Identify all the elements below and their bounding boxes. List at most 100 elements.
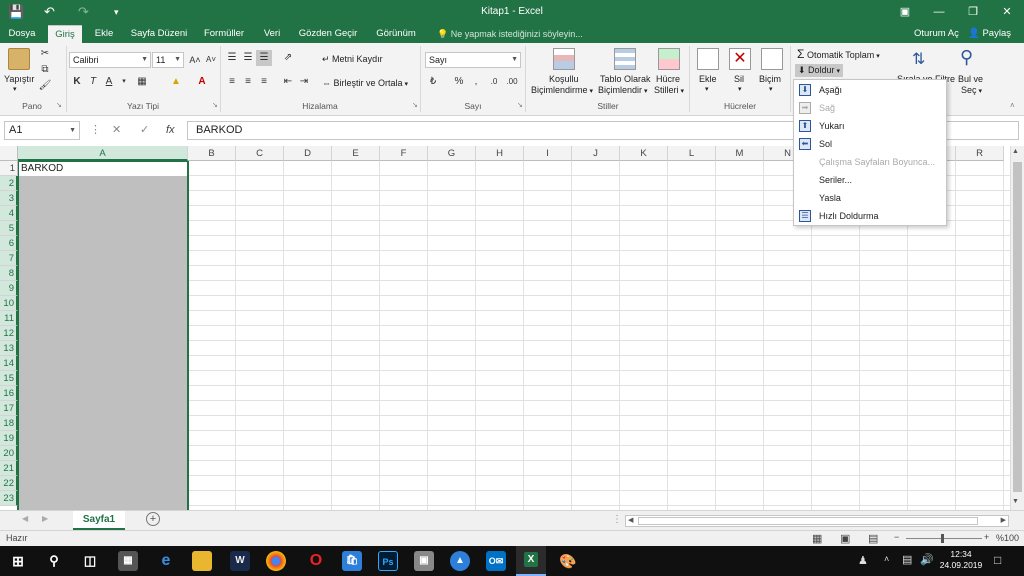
opera-icon[interactable]: O bbox=[306, 551, 326, 571]
bold-button[interactable]: K bbox=[69, 74, 85, 90]
scroll-down-icon[interactable]: ▼ bbox=[1012, 498, 1019, 505]
tab-insert[interactable]: Ekle bbox=[88, 25, 120, 43]
sign-in-link[interactable]: Oturum Aç bbox=[914, 25, 959, 43]
wrap-text-button[interactable]: ↵ Metni Kaydır bbox=[322, 54, 383, 65]
cut-icon[interactable]: ✂ bbox=[37, 46, 53, 62]
column-header-a[interactable]: A bbox=[18, 146, 188, 161]
restore-button[interactable]: ❐ bbox=[956, 0, 990, 25]
zoom-slider-thumb[interactable] bbox=[941, 534, 944, 543]
fill-up-menu-item[interactable]: ⬆ Yukarı bbox=[794, 117, 946, 135]
outlook-icon[interactable]: O✉ bbox=[486, 551, 506, 571]
row-header-4[interactable]: 4 bbox=[0, 206, 18, 221]
confirm-entry-icon[interactable]: ✓ bbox=[140, 121, 149, 140]
next-sheet-icon[interactable]: ▶ bbox=[42, 514, 48, 523]
align-middle-icon[interactable]: ☰ bbox=[240, 50, 256, 66]
clipboard-launcher-icon[interactable]: ↘ bbox=[56, 101, 62, 109]
tab-data[interactable]: Veri bbox=[256, 25, 288, 43]
tab-page-layout[interactable]: Sayfa Düzeni bbox=[126, 25, 192, 43]
align-bottom-icon[interactable]: ☰ bbox=[256, 50, 272, 66]
format-cells-button[interactable]: Biçim bbox=[759, 74, 781, 84]
cell-styles-icon[interactable] bbox=[658, 48, 680, 70]
file-explorer-icon[interactable] bbox=[192, 551, 212, 571]
shrink-font-icon[interactable]: A˅ bbox=[203, 52, 219, 68]
row-header-7[interactable]: 7 bbox=[0, 251, 18, 266]
row-header-11[interactable]: 11 bbox=[0, 311, 18, 326]
scroll-up-icon[interactable]: ▲ bbox=[1012, 148, 1019, 155]
fill-series-menu-item[interactable]: Seriler... bbox=[794, 171, 946, 189]
cell-styles-label-1[interactable]: Hücre bbox=[656, 74, 680, 84]
notifications-icon[interactable]: □ bbox=[994, 553, 1001, 567]
calculator-icon[interactable]: ▦ bbox=[118, 551, 138, 571]
flash-fill-menu-item[interactable]: ☰ Hızlı Doldurma bbox=[794, 207, 946, 225]
row-header-9[interactable]: 9 bbox=[0, 281, 18, 296]
select-all-corner[interactable] bbox=[0, 146, 18, 161]
align-right-icon[interactable]: ≡ bbox=[256, 74, 272, 90]
column-header-e[interactable]: E bbox=[332, 146, 380, 161]
fill-left-menu-item[interactable]: ⬅ Sol bbox=[794, 135, 946, 153]
font-size-select[interactable]: 11 ▼ bbox=[152, 52, 184, 68]
page-break-view-icon[interactable]: ▤ bbox=[868, 532, 878, 545]
number-format-select[interactable]: Sayı ▼ bbox=[425, 52, 521, 68]
volume-icon[interactable]: 🔊 bbox=[920, 553, 934, 566]
name-box[interactable]: A1 ▼ bbox=[4, 121, 80, 140]
row-header-3[interactable]: 3 bbox=[0, 191, 18, 206]
search-icon[interactable]: ⚲ bbox=[44, 551, 64, 571]
tray-chevron-icon[interactable]: ˄ bbox=[884, 554, 889, 564]
row-header-22[interactable]: 22 bbox=[0, 476, 18, 491]
align-left-icon[interactable]: ≡ bbox=[224, 74, 240, 90]
row-header-5[interactable]: 5 bbox=[0, 221, 18, 236]
find-select-label-1[interactable]: Bul ve bbox=[958, 74, 983, 84]
find-select-button[interactable]: Seç ▾ bbox=[961, 85, 982, 95]
copy-icon[interactable]: ⧉ bbox=[37, 62, 53, 78]
format-as-table-label-1[interactable]: Tablo Olarak bbox=[600, 74, 651, 84]
row-header-6[interactable]: 6 bbox=[0, 236, 18, 251]
format-as-table-button[interactable]: Biçimlendir ▾ bbox=[598, 85, 647, 95]
conditional-formatting-icon[interactable] bbox=[553, 48, 575, 70]
font-name-select[interactable]: Calibri ▼ bbox=[69, 52, 151, 68]
row-header-2[interactable]: 2 bbox=[0, 176, 18, 191]
vertical-scroll-thumb[interactable] bbox=[1013, 162, 1022, 492]
font-launcher-icon[interactable]: ↘ bbox=[212, 101, 218, 109]
column-header-l[interactable]: L bbox=[668, 146, 716, 161]
prev-sheet-icon[interactable]: ◀ bbox=[22, 514, 28, 523]
align-center-icon[interactable]: ≡ bbox=[240, 74, 256, 90]
orientation-icon[interactable]: ⇗ bbox=[280, 50, 296, 66]
horizontal-scroll-thumb[interactable] bbox=[638, 517, 978, 525]
row-header-13[interactable]: 13 bbox=[0, 341, 18, 356]
underline-button[interactable]: A bbox=[101, 74, 117, 90]
tab-splitter-icon[interactable]: ⋮ bbox=[612, 514, 622, 525]
delete-cells-button[interactable]: Sil bbox=[734, 74, 744, 84]
app-gray-icon[interactable]: ▣ bbox=[414, 551, 434, 571]
sort-filter-icon[interactable]: ⇅ bbox=[912, 49, 925, 69]
row-header-21[interactable]: 21 bbox=[0, 461, 18, 476]
vertical-scrollbar[interactable]: ▲ ▼ bbox=[1010, 146, 1024, 510]
horizontal-scrollbar[interactable]: ◀ ▶ bbox=[625, 515, 1009, 527]
row-header-8[interactable]: 8 bbox=[0, 266, 18, 281]
merge-center-button[interactable]: ⇔ Birleştir ve Ortala ▾ bbox=[322, 78, 408, 88]
tab-home[interactable]: Giriş bbox=[48, 25, 82, 43]
paste-icon[interactable] bbox=[8, 48, 30, 70]
decrease-decimal-icon[interactable]: .00 bbox=[504, 74, 520, 90]
insert-dropdown-icon[interactable]: ▾ bbox=[705, 85, 709, 93]
column-header-r[interactable]: R bbox=[956, 146, 1004, 161]
share-button[interactable]: 👤 Paylaş bbox=[968, 25, 1011, 43]
percent-style-icon[interactable]: % bbox=[451, 74, 467, 90]
column-header-b[interactable]: B bbox=[188, 146, 236, 161]
sheet-tab-sayfa1[interactable]: Sayfa1 bbox=[73, 511, 125, 530]
row-header-23[interactable]: 23 bbox=[0, 491, 18, 506]
insert-cells-button[interactable]: Ekle bbox=[699, 74, 717, 84]
tab-view[interactable]: Görünüm bbox=[368, 25, 424, 43]
conditional-formatting-button[interactable]: Biçimlendirme ▾ bbox=[531, 85, 593, 95]
zoom-out-icon[interactable]: − bbox=[894, 532, 899, 542]
add-sheet-icon[interactable]: + bbox=[146, 512, 160, 526]
alignment-launcher-icon[interactable]: ↘ bbox=[412, 101, 418, 109]
column-header-j[interactable]: J bbox=[572, 146, 620, 161]
photoshop-icon[interactable]: Ps bbox=[378, 551, 398, 571]
comma-style-icon[interactable]: ‚ bbox=[468, 74, 484, 90]
tell-me-box[interactable]: 💡 Ne yapmak istediğinizi söyleyin... bbox=[437, 25, 583, 43]
format-painter-icon[interactable]: 🖌 bbox=[37, 78, 53, 94]
conditional-formatting-label-1[interactable]: Koşullu bbox=[549, 74, 579, 84]
insert-cells-icon[interactable] bbox=[697, 48, 719, 70]
app-w-icon[interactable]: W bbox=[230, 551, 250, 571]
row-header-20[interactable]: 20 bbox=[0, 446, 18, 461]
